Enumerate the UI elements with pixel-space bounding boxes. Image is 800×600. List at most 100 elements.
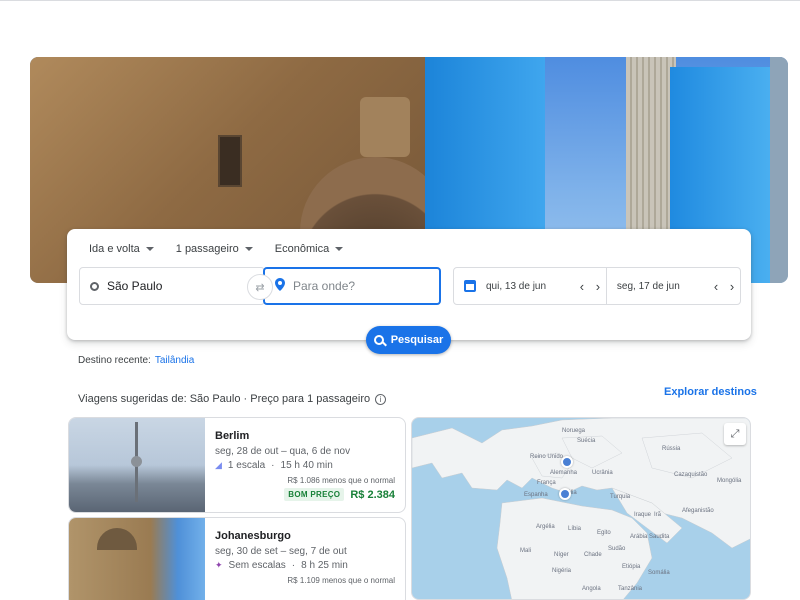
building-dome: [97, 528, 137, 550]
map-label: Angola: [582, 586, 601, 592]
suggestion-card-berlin[interactable]: Berlim seg, 28 de out – qua, 6 de nov ◢ …: [68, 417, 406, 513]
johannesburg-photo: [69, 518, 205, 600]
swap-icon[interactable]: ⇄: [247, 274, 273, 300]
search-icon: [373, 335, 384, 345]
distant-tower: [770, 57, 788, 283]
card-flight-info: ◢ 1 escala · 15 h 40 min: [215, 460, 395, 471]
chevron-left-icon[interactable]: ‹: [574, 279, 590, 294]
card-separator: ·: [271, 460, 275, 471]
map-label: Argélia: [536, 524, 555, 530]
map-label: Mali: [520, 548, 532, 554]
map-label: Tanzânia: [618, 586, 643, 592]
map-label: Afeganistão: [682, 508, 714, 514]
card-duration: 8 h 25 min: [301, 560, 348, 571]
cabin-class-dropdown[interactable]: Econômica: [274, 243, 344, 255]
tv-tower-sphere: [131, 456, 142, 467]
map-label: Etiópia: [622, 564, 641, 570]
expand-map-icon[interactable]: ⤢: [724, 423, 746, 445]
recent-destination-link[interactable]: Tailândia: [155, 355, 194, 366]
card-body: Berlim seg, 28 de out – qua, 6 de nov ◢ …: [215, 430, 395, 501]
card-stops: 1 escala: [227, 460, 266, 471]
map-label: Reino Unido: [530, 454, 564, 460]
depart-date-field[interactable]: qui, 13 de jun ‹ ›: [454, 268, 607, 304]
card-stops: Sem escalas: [228, 560, 286, 571]
map-marker-berlin[interactable]: [561, 456, 573, 468]
map-label: Turquia: [610, 494, 631, 500]
cabin-class-label: Econômica: [274, 243, 330, 255]
map-marker-destination[interactable]: [559, 488, 571, 500]
card-duration: 15 h 40 min: [280, 460, 333, 471]
chevron-right-icon[interactable]: ›: [724, 279, 740, 294]
origin-input[interactable]: São Paulo: [79, 267, 265, 305]
map-label: Somália: [648, 570, 670, 576]
caret-down-icon: [335, 247, 344, 251]
map-label: Nigéria: [552, 568, 572, 574]
berlin-photo: [69, 418, 205, 512]
map-label: Chade: [584, 552, 602, 558]
date-range-field: qui, 13 de jun ‹ › seg, 17 de jun ‹ ›: [453, 267, 741, 305]
card-price: R$ 2.384: [350, 488, 395, 501]
map-label: Alemanha: [550, 470, 578, 476]
suggestions-heading: Viagens sugeridas de: São Paulo · Preço …: [78, 393, 387, 405]
passengers-label: 1 passageiro: [175, 243, 239, 255]
card-dates: seg, 28 de out – qua, 6 de nov: [215, 446, 351, 457]
origin-value: São Paulo: [107, 279, 163, 293]
building-crest: [360, 97, 410, 157]
destination-input[interactable]: Para onde?: [263, 267, 441, 305]
suggestion-card-johannesburg[interactable]: Johanesburgo seg, 30 de set – seg, 7 de …: [68, 517, 406, 600]
card-flight-info: ✦ Sem escalas · 8 h 25 min: [215, 560, 395, 571]
explore-destinations-link[interactable]: Explorar destinos: [664, 386, 757, 398]
flight-search-card: Ida e volta 1 passageiro Econômica São P…: [67, 229, 751, 340]
suggestions-title: Viagens sugeridas de: São Paulo · Preço …: [78, 393, 371, 405]
map-label: Rússia: [662, 446, 681, 452]
map-label: Suécia: [577, 438, 596, 444]
map-label: Iraque: [634, 512, 652, 518]
card-savings: R$ 1.086 menos que o normal: [287, 476, 395, 485]
caret-down-icon: [244, 247, 253, 251]
card-city: Berlim: [215, 430, 250, 442]
map-label: Noruega: [562, 428, 586, 434]
building-window: [218, 135, 242, 187]
card-dates: seg, 30 de set – seg, 7 de out: [215, 546, 347, 557]
map-label: Ucrânia: [592, 470, 613, 476]
map-label: Líbia: [568, 526, 582, 532]
origin-circle-icon: [90, 281, 99, 291]
chevron-left-icon[interactable]: ‹: [708, 279, 724, 294]
top-divider: [0, 0, 800, 6]
depart-date: qui, 13 de jun: [486, 280, 547, 292]
trip-type-dropdown[interactable]: Ida e volta: [89, 243, 154, 255]
airline-logo-icon: ✦: [215, 560, 223, 570]
destinations-map[interactable]: Noruega Suécia Reino Unido Alemanha Ucrâ…: [411, 417, 751, 600]
chevron-right-icon[interactable]: ›: [590, 279, 606, 294]
trip-type-label: Ida e volta: [89, 243, 140, 255]
card-body: Johanesburgo seg, 30 de set – seg, 7 de …: [215, 530, 395, 585]
return-date-field[interactable]: seg, 17 de jun ‹ ›: [607, 268, 740, 304]
calendar-icon: [464, 280, 476, 292]
return-date: seg, 17 de jun: [616, 280, 680, 292]
map-label: Níger: [554, 552, 569, 558]
location-pin-icon: [275, 278, 285, 294]
passengers-dropdown[interactable]: 1 passageiro: [176, 243, 253, 255]
search-button-label: Pesquisar: [390, 334, 444, 346]
airline-logo-icon: ◢: [215, 460, 222, 470]
card-separator: ·: [291, 560, 296, 571]
recent-label: Destino recente:: [78, 355, 151, 366]
search-button[interactable]: Pesquisar: [366, 326, 451, 354]
destination-placeholder: Para onde?: [293, 279, 356, 293]
card-savings: R$ 1.109 menos que o normal: [287, 576, 395, 585]
caret-down-icon: [145, 247, 154, 251]
map-label: Sudão: [608, 546, 626, 552]
card-city: Johanesburgo: [215, 530, 291, 542]
map-label: Espanha: [524, 492, 548, 498]
map-label: França: [537, 480, 556, 486]
map-label: Egito: [597, 530, 611, 536]
search-options: Ida e volta 1 passageiro Econômica: [89, 243, 344, 255]
good-price-badge: BOM PREÇO: [284, 488, 345, 501]
recent-destination: Destino recente: Tailândia: [78, 355, 194, 366]
info-icon[interactable]: i: [375, 393, 387, 405]
map-label: Mongólia: [717, 478, 742, 484]
card-price-row: BOM PREÇO R$ 2.384: [215, 488, 395, 501]
map-label: Irã: [654, 512, 662, 518]
map-label: Cazaquistão: [674, 472, 708, 478]
map-label: Arábia Saudita: [630, 534, 670, 540]
